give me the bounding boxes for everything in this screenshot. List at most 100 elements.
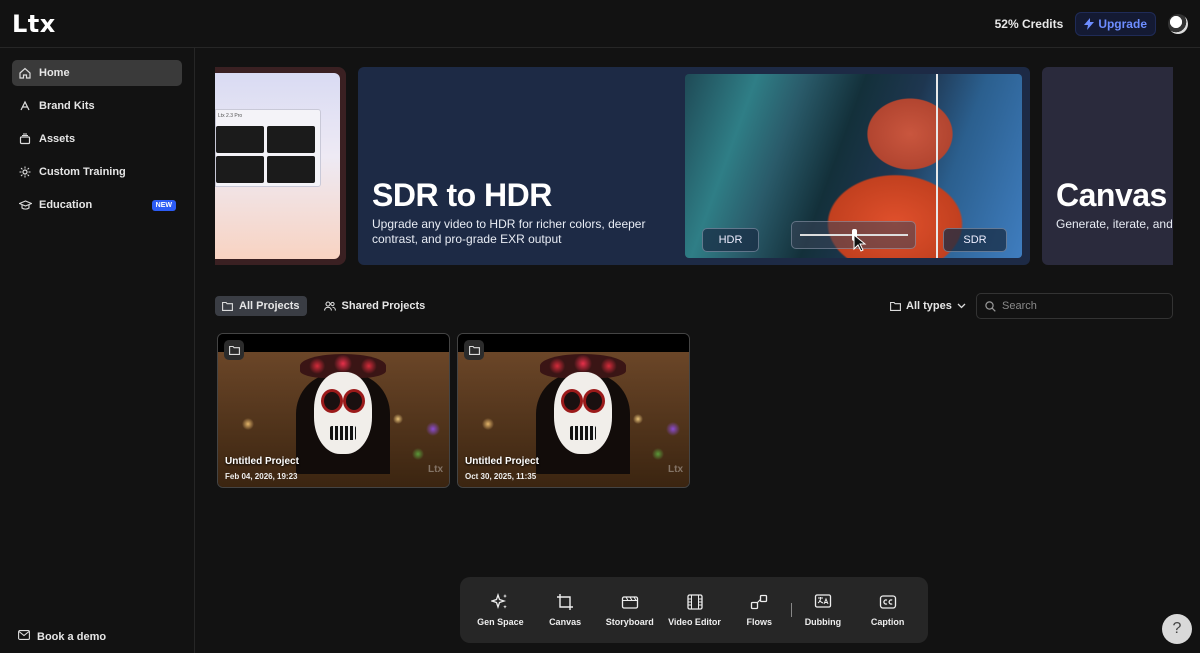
banner-canvas-description: Generate, iterate, and space bbox=[1056, 217, 1173, 231]
watermark: Ltx bbox=[668, 464, 683, 475]
tab-all-projects[interactable]: All Projects bbox=[215, 296, 307, 316]
logo[interactable]: Ltx bbox=[12, 10, 56, 38]
dock-dubbing[interactable]: Dubbing bbox=[791, 593, 856, 627]
dock-gen-space[interactable]: Gen Space bbox=[468, 593, 533, 627]
custom-training-icon bbox=[18, 165, 32, 179]
flows-icon bbox=[751, 594, 768, 610]
sidebar-item-education[interactable]: Education NEW bbox=[12, 192, 182, 218]
banner-canvas-title: Canvas bbox=[1056, 177, 1167, 213]
project-date: Oct 30, 2025, 11:35 bbox=[465, 472, 537, 481]
dock-label: Caption bbox=[870, 617, 905, 627]
thumbnail-eye bbox=[564, 392, 580, 410]
types-dropdown-label: All types bbox=[906, 300, 952, 312]
folder-icon bbox=[222, 301, 233, 311]
book-demo-link[interactable]: Book a demo bbox=[12, 630, 112, 643]
app-root: Ltx 52% Credits Upgrade Home Brand Kits … bbox=[0, 0, 1200, 653]
project-card[interactable]: Ltx Untitled Project Oct 30, 2025, 11:35 bbox=[457, 333, 690, 488]
banner-previous-image: Ltx 2.3 Pro bbox=[215, 73, 340, 259]
sidebar-item-assets[interactable]: Assets bbox=[12, 126, 182, 152]
watermark: Ltx bbox=[428, 464, 443, 475]
project-date: Feb 04, 2026, 19:23 bbox=[225, 472, 298, 481]
education-icon bbox=[18, 198, 32, 212]
dock-storyboard[interactable]: Storyboard bbox=[597, 593, 662, 627]
project-tabs: All Projects Shared Projects bbox=[215, 296, 432, 316]
top-bar: Ltx 52% Credits Upgrade bbox=[0, 0, 1200, 48]
tab-shared-projects[interactable]: Shared Projects bbox=[317, 296, 433, 316]
dock-video-editor[interactable]: Video Editor bbox=[662, 593, 727, 627]
dock-flows[interactable]: Flows bbox=[727, 593, 792, 627]
upgrade-button[interactable]: Upgrade bbox=[1075, 11, 1156, 36]
folder-icon bbox=[464, 340, 484, 360]
top-right: 52% Credits Upgrade bbox=[995, 11, 1188, 36]
avatar[interactable] bbox=[1168, 13, 1188, 34]
tab-shared-projects-label: Shared Projects bbox=[341, 300, 426, 312]
dock-caption[interactable]: Caption bbox=[855, 593, 920, 627]
search-box[interactable] bbox=[976, 293, 1173, 319]
help-button[interactable]: ? bbox=[1162, 614, 1192, 644]
folder-icon bbox=[890, 301, 901, 311]
tab-all-projects-label: All Projects bbox=[239, 300, 300, 312]
project-name: Untitled Project bbox=[225, 456, 299, 467]
thumbnail-face bbox=[554, 372, 612, 454]
thumbnail-eye bbox=[346, 392, 362, 410]
sidebar-item-brand-kits[interactable]: Brand Kits bbox=[12, 93, 182, 119]
dock-label: Video Editor bbox=[668, 617, 721, 627]
hdr-label: HDR bbox=[702, 228, 759, 252]
types-dropdown[interactable]: All types bbox=[890, 296, 966, 316]
translate-icon bbox=[814, 594, 832, 608]
sidebar-item-label: Custom Training bbox=[39, 166, 126, 178]
banner-description: Upgrade any video to HDR for richer colo… bbox=[372, 217, 646, 246]
sidebar: Home Brand Kits Assets Custom Training E… bbox=[0, 48, 195, 653]
users-icon bbox=[323, 301, 336, 311]
film-icon bbox=[686, 594, 703, 610]
thumbnail-face bbox=[314, 372, 372, 454]
thumbnail-eye bbox=[324, 392, 340, 410]
thumbnail-mouth bbox=[570, 426, 596, 440]
search-icon bbox=[985, 300, 996, 312]
credits-indicator[interactable]: 52% Credits bbox=[995, 17, 1064, 31]
preview-grid bbox=[216, 126, 315, 183]
cc-icon bbox=[879, 595, 896, 609]
chevron-down-icon bbox=[957, 303, 966, 309]
sidebar-item-custom-training[interactable]: Custom Training bbox=[12, 159, 182, 185]
banner-title: SDR to HDR bbox=[372, 177, 552, 213]
sidebar-item-label: Brand Kits bbox=[39, 100, 95, 112]
preview-panel: Ltx 2.3 Pro bbox=[215, 109, 321, 187]
thumbnail-eye bbox=[586, 392, 602, 410]
preview-panel-title: Ltx 2.3 Pro bbox=[218, 113, 243, 119]
sidebar-item-label: Education bbox=[39, 199, 93, 211]
dock-label: Dubbing bbox=[804, 617, 842, 627]
dock-label: Canvas bbox=[549, 617, 582, 627]
upgrade-label: Upgrade bbox=[1098, 16, 1147, 31]
lightning-icon bbox=[1084, 17, 1095, 30]
sdr-label: SDR bbox=[943, 228, 1007, 252]
clapperboard-icon bbox=[621, 596, 638, 609]
cursor-icon bbox=[853, 234, 867, 252]
dock-label: Gen Space bbox=[477, 617, 524, 627]
mail-icon bbox=[18, 630, 30, 643]
dock-label: Flows bbox=[746, 617, 772, 627]
sidebar-item-label: Assets bbox=[39, 133, 76, 145]
comparison-divider bbox=[936, 74, 938, 258]
thumbnail-mouth bbox=[330, 426, 356, 440]
home-icon bbox=[18, 66, 32, 80]
banner-previous[interactable]: Ltx 2.3 Pro bbox=[215, 67, 346, 265]
sparkles-icon bbox=[491, 593, 508, 610]
dock-canvas[interactable]: Canvas bbox=[533, 593, 598, 627]
sidebar-item-home[interactable]: Home bbox=[12, 60, 182, 86]
assets-icon bbox=[18, 132, 32, 146]
crop-icon bbox=[557, 594, 574, 610]
dock-label: Storyboard bbox=[605, 617, 654, 627]
banner-sdr-to-hdr[interactable]: SDR to HDR Upgrade any video to HDR for … bbox=[358, 67, 1030, 265]
banner-comparison-image: HDR SDR bbox=[685, 74, 1022, 258]
project-card[interactable]: Ltx Untitled Project Feb 04, 2026, 19:23 bbox=[217, 333, 450, 488]
new-badge: NEW bbox=[151, 199, 176, 211]
brand-kits-icon bbox=[18, 99, 32, 113]
book-demo-label: Book a demo bbox=[37, 630, 107, 643]
sidebar-item-label: Home bbox=[39, 67, 70, 79]
folder-icon bbox=[224, 340, 244, 360]
tool-dock: Gen Space Canvas Storyboard Video Editor… bbox=[460, 577, 928, 643]
project-name: Untitled Project bbox=[465, 456, 539, 467]
banner-canvas[interactable]: Canvas Generate, iterate, and space bbox=[1042, 67, 1173, 265]
search-input[interactable] bbox=[1002, 300, 1162, 312]
